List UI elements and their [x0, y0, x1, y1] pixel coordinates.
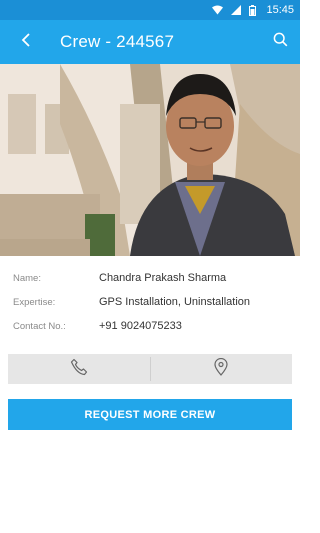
detail-row-name: Name: Chandra Prakash Sharma: [0, 266, 300, 290]
phone-icon: [70, 358, 88, 381]
crew-photo: [0, 64, 300, 256]
location-button[interactable]: [151, 354, 293, 384]
search-button[interactable]: [260, 20, 300, 64]
name-value: Chandra Prakash Sharma: [99, 272, 227, 284]
signal-icon: [231, 5, 242, 15]
contact-actions: [8, 354, 292, 384]
crew-details: Name: Chandra Prakash Sharma Expertise: …: [0, 266, 300, 338]
app-bar: Crew - 244567: [0, 20, 300, 64]
battery-icon: [249, 4, 257, 16]
call-button[interactable]: [8, 354, 150, 384]
request-more-crew-button[interactable]: REQUEST MORE CREW: [8, 399, 292, 430]
wifi-icon: [212, 5, 224, 15]
detail-row-expertise: Expertise: GPS Installation, Uninstallat…: [0, 290, 300, 314]
name-label: Name:: [13, 272, 41, 284]
location-pin-icon: [214, 357, 228, 381]
expertise-label: Expertise:: [13, 296, 56, 308]
status-time: 15:45: [266, 4, 294, 16]
search-icon: [273, 32, 288, 52]
expertise-value: GPS Installation, Uninstallation: [99, 296, 251, 308]
arrow-back-icon: [20, 32, 32, 53]
back-button[interactable]: [4, 20, 48, 64]
page-title: Crew - 244567: [60, 32, 175, 51]
status-bar: 15:45: [0, 0, 300, 20]
contact-label: Contact No.:: [13, 320, 66, 332]
detail-row-contact: Contact No.: +91 9024075233: [0, 314, 300, 338]
contact-value: +91 9024075233: [99, 320, 182, 332]
